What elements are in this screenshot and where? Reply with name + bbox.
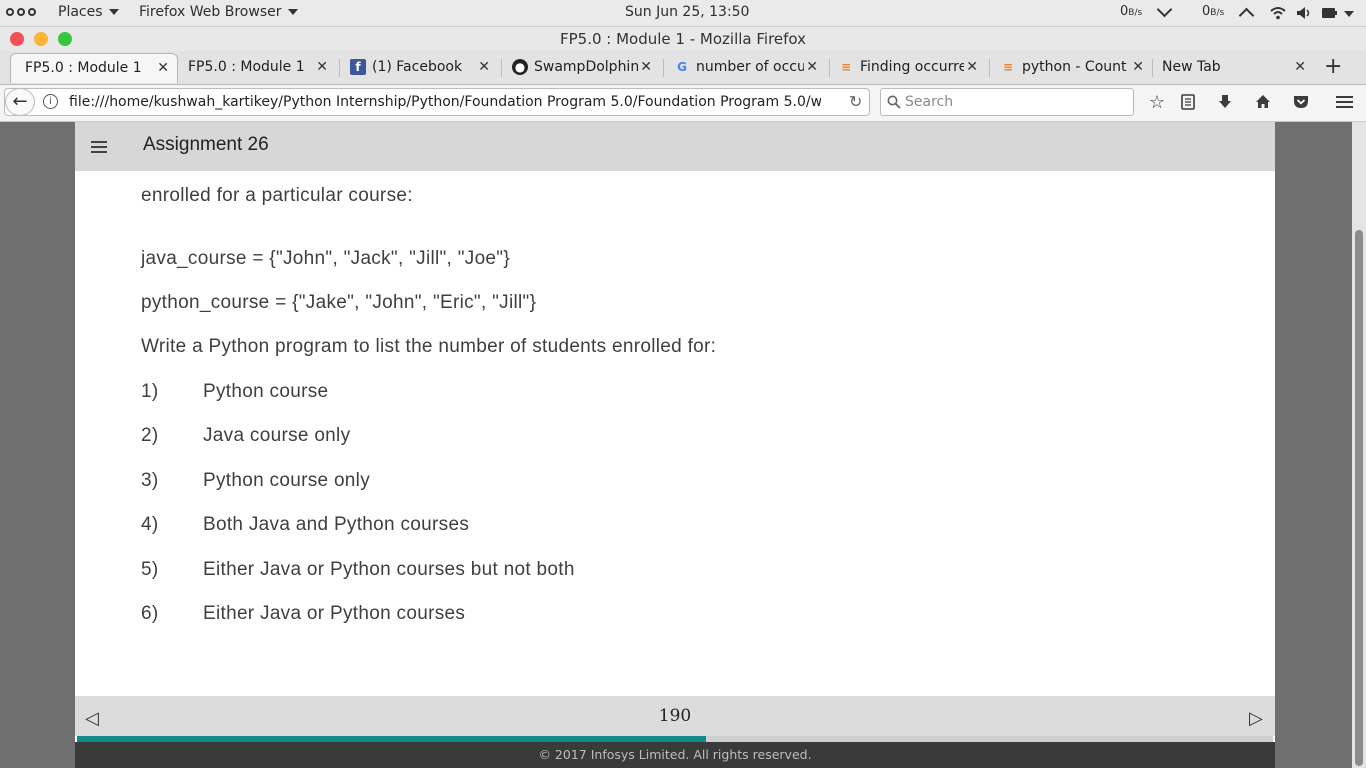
home-icon[interactable] xyxy=(1255,94,1271,109)
search-placeholder: Search xyxy=(905,94,954,110)
tab-stackoverflow-1[interactable]: ≡ Finding occurren✕ xyxy=(830,53,986,83)
tab-label: New Tab xyxy=(1162,59,1221,75)
tab-new-tab[interactable]: New Tab ✕ xyxy=(1154,53,1314,83)
close-icon[interactable]: ✕ xyxy=(640,59,652,75)
hamburger-menu-icon[interactable] xyxy=(1336,95,1353,109)
facebook-icon: f xyxy=(350,59,366,75)
google-icon: G xyxy=(677,60,687,74)
window-title: FP5.0 : Module 1 - Mozilla Firefox xyxy=(559,30,807,48)
search-input[interactable]: Search xyxy=(880,88,1134,116)
item-number: 1) xyxy=(141,381,159,402)
item-text: Java course only xyxy=(203,425,351,446)
item-number: 5) xyxy=(141,559,159,580)
stackoverflow-icon: ≡ xyxy=(1002,60,1014,74)
system-top-bar: Places Firefox Web Browser Sun Jun 25, 1… xyxy=(0,0,1366,27)
net-up-speed: 0B/s xyxy=(1202,4,1224,19)
bookmark-star-icon[interactable]: ☆ xyxy=(1146,92,1168,113)
tab-facebook[interactable]: f (1) Facebook ✕ xyxy=(342,53,498,83)
tab-google[interactable]: Gnumber of occur ✕ xyxy=(666,53,826,83)
github-icon: ● xyxy=(512,59,528,75)
item-number: 3) xyxy=(141,470,159,491)
tab-label: number of occur xyxy=(696,59,804,75)
info-icon[interactable]: i xyxy=(43,94,58,109)
net-down-speed: 0B/s xyxy=(1120,4,1142,19)
activities-icon[interactable] xyxy=(6,8,36,16)
tab-label: FP5.0 : Module 1 xyxy=(25,60,142,76)
item-text: Either Java or Python courses but not bo… xyxy=(203,559,575,580)
app-menu-label: Firefox Web Browser xyxy=(139,4,282,20)
close-icon[interactable]: ✕ xyxy=(1294,59,1306,75)
clock[interactable]: Sun Jun 25, 13:50 xyxy=(625,4,749,20)
close-icon[interactable]: ✕ xyxy=(1132,59,1144,75)
page-title: Assignment 26 xyxy=(143,134,269,155)
menu-icon[interactable] xyxy=(91,141,107,156)
scrollbar-thumb[interactable] xyxy=(1355,230,1363,766)
net-down-unit: B/s xyxy=(1128,8,1143,18)
download-icon[interactable] xyxy=(1218,94,1232,110)
page-header: Assignment 26 xyxy=(75,122,1275,171)
page-scrollbar[interactable] xyxy=(1352,122,1366,768)
intro-text: enrolled for a particular course: xyxy=(141,185,413,206)
item-text: Both Java and Python courses xyxy=(203,514,470,535)
chevron-down-icon xyxy=(1156,1,1173,18)
close-icon[interactable]: ✕ xyxy=(316,59,328,75)
system-menu-caret-icon[interactable] xyxy=(1344,11,1354,17)
item-text: Python course only xyxy=(203,470,370,491)
close-icon[interactable]: ✕ xyxy=(806,59,818,75)
tab-label: FP5.0 : Module 1 xyxy=(188,59,305,75)
stackoverflow-icon: ≡ xyxy=(840,60,852,74)
item-number: 6) xyxy=(141,603,159,624)
tab-module-1[interactable]: FP5.0 : Module 1 ✕ xyxy=(180,53,336,83)
next-page-icon[interactable]: ▷ xyxy=(1249,708,1263,729)
page-navigation: ◁ 190 ▷ xyxy=(75,696,1275,736)
window-titlebar: FP5.0 : Module 1 - Mozilla Firefox xyxy=(0,27,1366,51)
net-up-unit: B/s xyxy=(1210,8,1225,18)
tab-label: (1) Facebook xyxy=(372,59,463,75)
item-number: 2) xyxy=(141,425,159,446)
tab-stackoverflow-2[interactable]: ≡ python - Count o ✕ xyxy=(992,53,1152,83)
places-menu[interactable]: Places xyxy=(58,4,119,20)
tab-label: Finding occurren xyxy=(860,59,964,75)
python-course-line: python_course = {"Jake", "John", "Eric",… xyxy=(141,292,537,313)
back-arrow-icon[interactable]: ← xyxy=(5,88,35,116)
places-label: Places xyxy=(58,4,103,20)
item-text: Python course xyxy=(203,381,329,402)
tab-github[interactable]: ● SwampDolphin9 ✕ xyxy=(504,53,660,83)
tab-label: python - Count o xyxy=(1022,59,1128,75)
close-icon[interactable]: ✕ xyxy=(966,59,978,75)
search-icon xyxy=(887,95,901,109)
previous-page-icon[interactable]: ◁ xyxy=(85,708,99,729)
volume-icon[interactable] xyxy=(1296,6,1312,20)
app-menu[interactable]: Firefox Web Browser xyxy=(139,4,298,20)
url-text[interactable]: file:///home/kushwah_kartikey/Python Int… xyxy=(69,94,821,110)
close-icon[interactable]: ✕ xyxy=(478,59,490,75)
wifi-icon[interactable] xyxy=(1270,6,1286,20)
navigation-toolbar: ← i file:///home/kushwah_kartikey/Python… xyxy=(0,85,1366,122)
new-tab-plus-icon[interactable]: + xyxy=(1324,54,1342,79)
item-text: Either Java or Python courses xyxy=(203,603,466,624)
page-number: 190 xyxy=(658,706,692,726)
battery-icon[interactable] xyxy=(1322,8,1338,18)
course-page: Assignment 26 enrolled for a particular … xyxy=(75,122,1275,768)
tab-module-1-active[interactable]: FP5.0 : Module 1 ✕ xyxy=(10,53,178,83)
tab-strip: FP5.0 : Module 1 ✕ FP5.0 : Module 1 ✕ f (1)… xyxy=(0,51,1366,85)
java-course-line: java_course = {"John", "Jack", "Jill", "… xyxy=(141,248,510,269)
prompt-text: Write a Python program to list the numbe… xyxy=(141,336,717,357)
tab-label: SwampDolphin9 xyxy=(534,59,638,75)
reading-list-icon[interactable] xyxy=(1181,94,1195,110)
pocket-icon[interactable] xyxy=(1293,94,1309,109)
item-number: 4) xyxy=(141,514,159,535)
close-icon[interactable]: ✕ xyxy=(157,60,169,76)
copyright-footer: © 2017 Infosys Limited. All rights reser… xyxy=(75,742,1275,768)
url-bar[interactable]: ← i file:///home/kushwah_kartikey/Python… xyxy=(4,88,870,116)
reload-icon[interactable]: ↻ xyxy=(849,92,862,111)
chevron-up-icon xyxy=(1238,7,1255,24)
